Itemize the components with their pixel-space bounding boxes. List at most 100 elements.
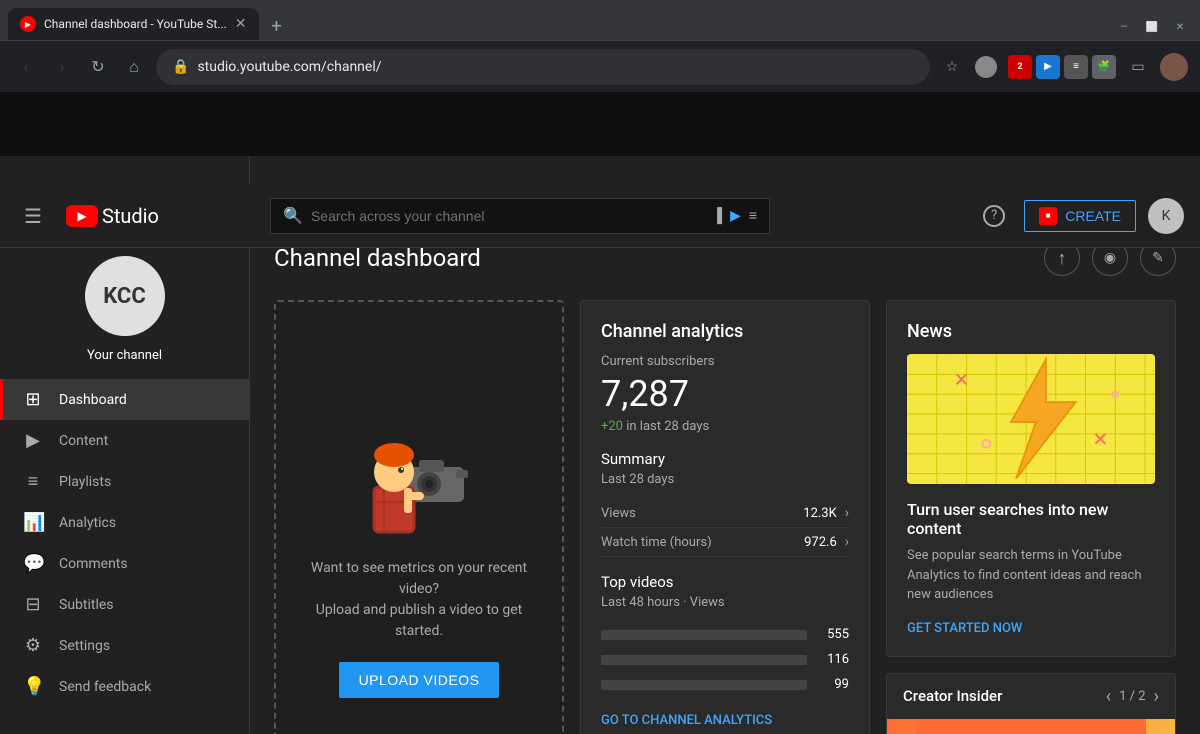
media-icon: ▶ [730,208,741,224]
page-title: Channel dashboard [274,244,481,272]
extension-menu[interactable]: ≡ [1064,55,1088,79]
search-input[interactable] [311,208,704,224]
user-avatar[interactable]: K [1148,198,1184,234]
tab-favicon: ▶ [20,16,36,32]
sidebar-item-feedback[interactable]: 💡 Send feedback [0,666,249,707]
news-cta-link[interactable]: GET STARTED NOW [907,621,1022,636]
watchtime-arrow[interactable]: › [845,534,849,550]
content-icon: ▶ [23,430,43,451]
subtitles-icon: ⊟ [23,594,43,615]
go-analytics-link[interactable]: GO TO CHANNEL ANALYTICS [601,713,849,728]
content-label: Content [59,433,108,449]
views-metric-row: Views 12.3K › [601,499,849,528]
reload-button[interactable]: ↻ [84,53,112,81]
top-videos-period: Last 48 hours · Views [601,595,849,610]
sidebar-item-analytics[interactable]: 📊 Analytics [0,502,249,543]
analytics-label: Analytics [59,515,116,531]
playlists-icon: ≡ [23,471,43,492]
your-channel-label: Your channel [87,348,162,363]
sidebar-item-subtitles[interactable]: ⊟ Subtitles [0,584,249,625]
settings-icon: ⚙ [23,635,43,656]
new-tab-button[interactable]: + [263,12,291,40]
analytics-icon: 📊 [23,512,43,533]
sidebar-nav: ⊞ Dashboard ▶ Content ≡ Playlists 📊 Anal… [0,379,249,707]
watchtime-value: 972.6 [804,535,837,550]
forward-button[interactable]: › [48,53,76,81]
sidebar-item-settings[interactable]: ⚙ Settings [0,625,249,666]
profile-icon[interactable] [972,53,1000,81]
feedback-icon: 💡 [23,676,43,697]
subscribers-count: 7,287 [601,373,849,415]
help-button[interactable]: ? [976,198,1012,234]
video-row-3: 99 [601,672,849,697]
sidebar-item-comments[interactable]: 💬 Comments [0,543,249,584]
upload-illustration [349,412,489,542]
playlists-label: Playlists [59,474,111,490]
extension-badge[interactable]: 2 [1008,55,1032,79]
analytics-title: Channel analytics [601,321,849,342]
dashboard-grid: Want to see metrics on your recent video… [274,300,1176,734]
maximize-button[interactable]: ⬜ [1140,18,1164,36]
top-videos-title: Top videos [601,573,849,591]
creator-pagination: 1 / 2 [1119,689,1145,704]
creator-insider-card: Creator Insider ‹ 1 / 2 › [886,673,1176,734]
views-label: Views [601,506,636,521]
video-views-2: 116 [819,652,849,667]
bookmark-button[interactable]: ☆ [938,53,966,81]
back-button[interactable]: ‹ [12,53,40,81]
settings-label: Settings [59,638,110,654]
views-arrow[interactable]: › [845,505,849,521]
lock-icon: 🔒 [172,59,189,75]
creator-prev-button[interactable]: ‹ [1106,686,1111,707]
youtube-icon: ▶ [66,205,98,227]
subscribers-label: Current subscribers [601,354,849,369]
address-bar[interactable]: 🔒 studio.youtube.com/channel/ [156,49,930,85]
channel-section: KCC Your channel [0,236,249,379]
news-article-title: Turn user searches into new content [907,500,1155,538]
sidebar-item-content[interactable]: ▶ Content [0,420,249,461]
video-title-blur-2 [601,655,807,665]
desktop-button[interactable]: ▭ [1124,53,1152,81]
url-text: studio.youtube.com/channel/ [197,59,381,75]
subscribers-change: +20 in last 28 days [601,419,849,434]
change-period: in last 28 days [626,419,709,434]
video-views-1: 555 [819,627,849,642]
upload-videos-button[interactable]: UPLOAD VIDEOS [339,662,500,698]
analytics-card: Channel analytics Current subscribers 7,… [580,300,870,734]
list-icon: ≡ [749,207,757,224]
chrome-profile[interactable] [1160,53,1188,81]
dashboard-icon: ⊞ [23,389,43,410]
upload-card: Want to see metrics on your recent video… [274,300,564,734]
news-card: News [886,300,1176,657]
hamburger-menu[interactable]: ☰ [16,196,50,236]
watchtime-label: Watch time (hours) [601,535,712,550]
channel-avatar[interactable]: KCC [85,256,165,336]
subtitles-label: Subtitles [59,597,114,613]
sidebar-item-playlists[interactable]: ≡ Playlists [0,461,249,502]
create-button[interactable]: ■ CREATE [1024,200,1136,232]
tab-close-button[interactable]: ✕ [235,16,247,32]
summary-period: Last 28 days [601,472,849,487]
views-value: 12.3K [803,506,837,521]
video-row-1: 555 [601,622,849,647]
news-image [907,354,1155,484]
extension-puzzle[interactable]: 🧩 [1092,55,1116,79]
video-title-blur-3 [601,680,807,690]
comments-label: Comments [59,556,128,572]
studio-header: ☰ ▶ Studio 🔍 ▐ ▶ ≡ ? ■ CREATE K [0,184,1200,248]
news-article-text: See popular search terms in YouTube Anal… [907,546,1155,605]
yt-studio-logo[interactable]: ▶ Studio [66,204,159,228]
video-row-2: 116 [601,647,849,672]
close-button[interactable]: ✕ [1168,18,1192,36]
sidebar-item-dashboard[interactable]: ⊞ Dashboard [0,379,249,420]
news-title: News [907,321,1155,342]
create-icon: ■ [1039,207,1057,225]
minimize-button[interactable]: — [1112,18,1136,36]
dashboard-label: Dashboard [59,392,127,408]
extension-play[interactable]: ▶ [1036,55,1060,79]
youtube-play-icon: ▶ [77,209,86,223]
home-button[interactable]: ⌂ [120,53,148,81]
creator-next-button[interactable]: › [1154,686,1159,707]
search-icon: 🔍 [283,206,303,225]
browser-tab[interactable]: ▶ Channel dashboard - YouTube St... ✕ [8,8,259,40]
